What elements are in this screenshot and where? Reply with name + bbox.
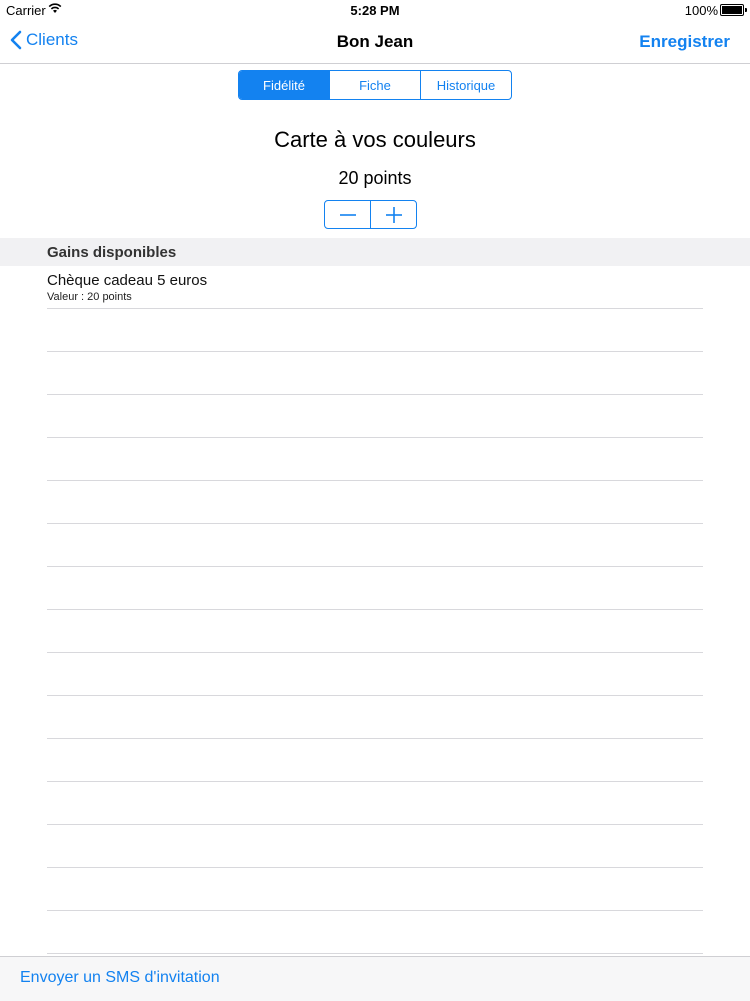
list-separator xyxy=(47,352,703,395)
list-separator xyxy=(47,395,703,438)
send-sms-invitation-button[interactable]: Envoyer un SMS d'invitation xyxy=(20,969,220,987)
list-separator xyxy=(47,438,703,481)
bottom-toolbar: Envoyer un SMS d'invitation xyxy=(0,956,750,1001)
battery-icon xyxy=(720,4,747,16)
tab-fiche[interactable]: Fiche xyxy=(329,71,420,99)
empty-list-rows xyxy=(47,308,703,954)
list-separator xyxy=(47,567,703,610)
minus-icon xyxy=(339,213,356,216)
increment-button[interactable] xyxy=(370,201,416,228)
list-separator xyxy=(47,653,703,696)
card-title: Carte à vos couleurs xyxy=(274,127,476,152)
points-stepper xyxy=(324,200,417,229)
points-count: 20 points xyxy=(338,168,412,188)
status-time: 5:28 PM xyxy=(350,3,400,18)
battery-percentage: 100% xyxy=(684,3,718,18)
list-separator xyxy=(47,696,703,739)
decrement-button[interactable] xyxy=(325,201,370,228)
gain-name: Chèque cadeau 5 euros xyxy=(47,272,208,289)
status-bar: Carrier 5:28 PM 100% xyxy=(0,0,750,20)
list-item[interactable]: Chèque cadeau 5 euros Valeur : 20 points xyxy=(47,272,703,303)
list-separator xyxy=(47,868,703,911)
tab-fidelite[interactable]: Fidélité xyxy=(239,71,329,99)
list-separator xyxy=(47,739,703,782)
tab-historique[interactable]: Historique xyxy=(420,71,511,99)
gains-header-label: Gains disponibles xyxy=(47,244,177,261)
save-button[interactable]: Enregistrer xyxy=(639,32,730,52)
list-separator xyxy=(47,782,703,825)
gains-section-header: Gains disponibles xyxy=(0,238,750,266)
page-title: Bon Jean xyxy=(336,32,414,51)
list-separator xyxy=(47,825,703,868)
gain-value: Valeur : 20 points xyxy=(47,291,132,303)
list-separator xyxy=(47,911,703,954)
list-separator xyxy=(47,481,703,524)
navigation-bar: Clients Bon Jean Enregistrer xyxy=(0,20,750,64)
tab-segmented-control: Fidélité Fiche Historique xyxy=(238,70,512,100)
list-separator xyxy=(47,308,703,352)
list-separator xyxy=(47,524,703,567)
plus-icon xyxy=(385,206,402,223)
list-separator xyxy=(47,610,703,653)
